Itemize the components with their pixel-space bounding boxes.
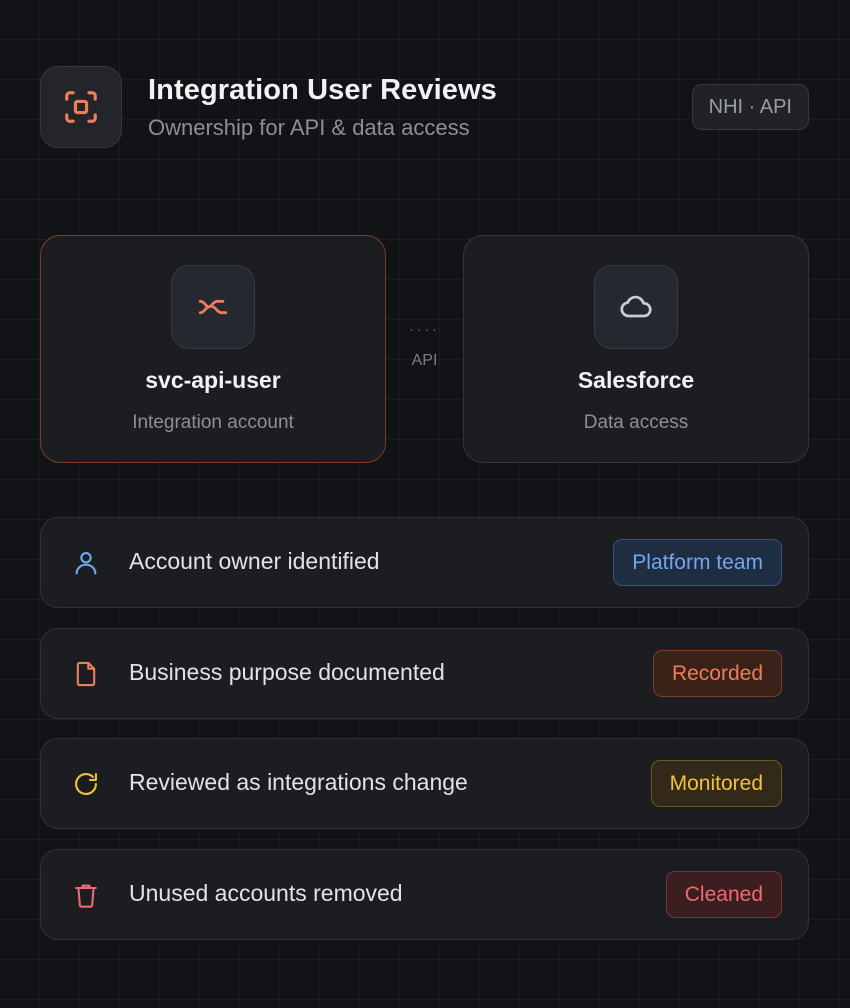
checklist-label: Unused accounts removed [129, 880, 403, 906]
source-account-name: svc-api-user [145, 367, 281, 393]
page-subtitle: Ownership for API & data access [148, 115, 470, 140]
checklist-row-owner[interactable]: Account owner identified Platform team [40, 517, 809, 608]
trash-icon [75, 884, 97, 908]
source-icon-tile [171, 265, 255, 349]
checklist-row-cleanup[interactable]: Unused accounts removed Cleaned [40, 849, 809, 940]
scan-focus-icon [65, 91, 97, 123]
connector-dots: ···· [409, 321, 440, 337]
checklist-label: Account owner identified [129, 548, 380, 574]
user-icon [75, 552, 97, 575]
checklist-row-review[interactable]: Reviewed as integrations change Monitore… [40, 738, 809, 829]
category-tag: NHI · API [691, 84, 809, 130]
target-icon-tile [594, 265, 678, 349]
api-connector: ···· API [386, 322, 463, 370]
document-icon [76, 661, 96, 687]
page-title: Integration User Reviews [148, 74, 497, 106]
target-system-name: Salesforce [577, 367, 695, 393]
cloud-icon [620, 295, 652, 318]
source-account-card[interactable]: svc-api-user Integration account [40, 235, 386, 463]
checklist-label: Reviewed as integrations change [129, 769, 468, 795]
api-connector-icon [198, 299, 228, 315]
connector-label: API [411, 352, 438, 369]
status-badge: Recorded [652, 650, 782, 697]
source-account-description: Integration account [132, 412, 294, 433]
checklist-row-purpose[interactable]: Business purpose documented Recorded [40, 628, 809, 719]
target-system-description: Data access [583, 412, 689, 433]
page: Integration User Reviews Ownership for A… [0, 0, 850, 1008]
status-badge: Platform team [613, 539, 782, 586]
target-system-card[interactable]: Salesforce Data access [463, 235, 809, 463]
checklist-label: Business purpose documented [129, 659, 445, 685]
header-icon-tile [40, 66, 122, 148]
status-badge: Cleaned [665, 871, 782, 918]
status-badge: Monitored [650, 760, 782, 807]
refresh-icon [75, 773, 97, 795]
